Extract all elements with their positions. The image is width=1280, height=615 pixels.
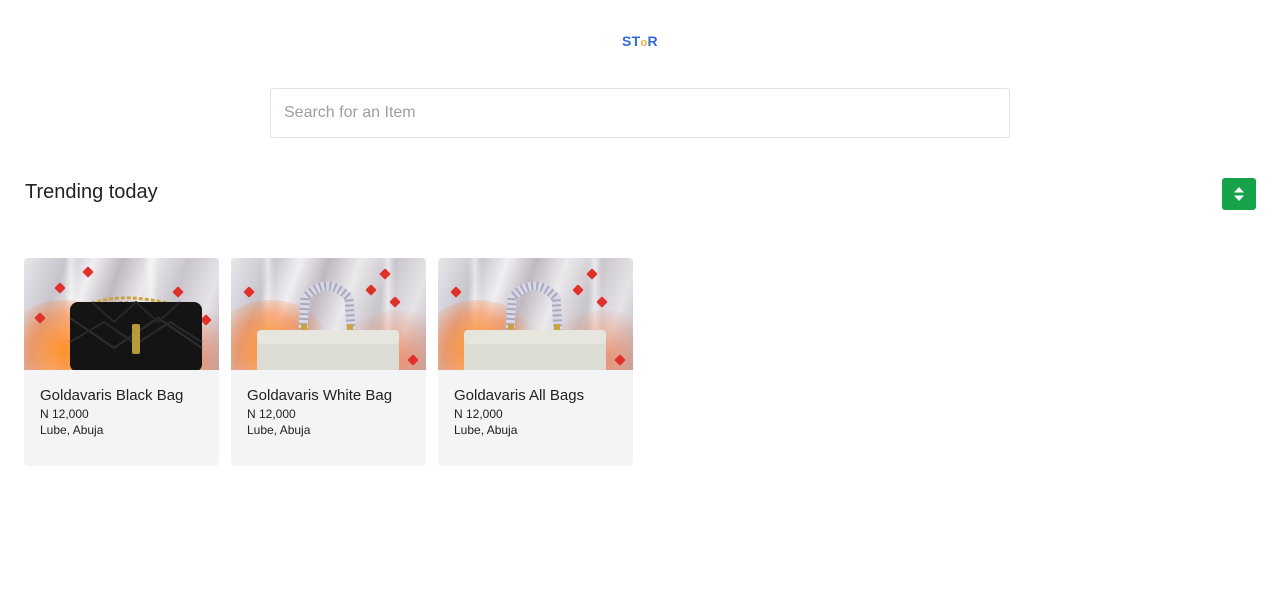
white-handbag-image [438,258,633,370]
search-input[interactable] [270,88,1010,138]
product-price: N 12,000 [247,407,296,421]
product-card[interactable]: Goldavaris Black Bag N 12,000 Lube, Abuj… [24,258,219,466]
product-name: Goldavaris White Bag [247,387,393,404]
black-handbag-image [24,258,219,370]
product-name: Goldavaris All Bags [454,387,585,404]
product-name: Goldavaris Black Bag [40,387,184,404]
logo-letter-s: S [622,33,632,49]
product-location: Lube, Abuja [247,423,311,437]
product-price: N 12,000 [454,407,503,421]
page: SToR Trending today [0,0,1280,615]
logo-letter-r: R [647,33,658,49]
product-card[interactable]: Goldavaris White Bag N 12,000 Lube, Abuj… [231,258,426,466]
product-price: N 12,000 [40,407,89,421]
sort-button[interactable] [1222,178,1256,210]
store-logo[interactable]: SToR [0,33,1280,51]
white-handbag-image [231,258,426,370]
sort-icon [1234,187,1244,201]
logo-letter-o: o [640,37,648,49]
logo-letter-t: T [631,33,641,49]
product-location: Lube, Abuja [454,423,518,437]
product-location: Lube, Abuja [40,423,104,437]
product-card[interactable]: Goldavaris All Bags N 12,000 Lube, Abuja [438,258,633,466]
section-title: Trending today [25,181,158,203]
product-list: Goldavaris Black Bag N 12,000 Lube, Abuj… [24,258,633,466]
